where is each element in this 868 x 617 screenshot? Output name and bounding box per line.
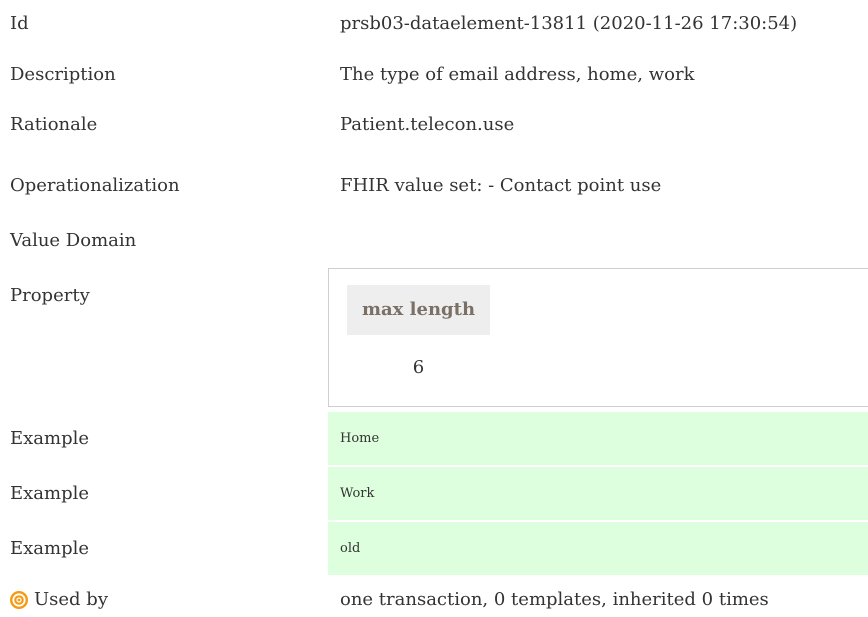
example-label: Example [10,538,90,559]
used-by-value: one transaction, 0 templates, inherited … [340,589,769,610]
description-label: Description [10,64,116,85]
id-row: Id prsb03-dataelement-13811 (2020-11-26 … [0,13,868,37]
operationalization-label: Operationalization [10,175,180,196]
rationale-row: Rationale Patient.telecon.use [0,114,868,138]
operationalization-value: FHIR value set: - Contact point use [340,175,662,196]
rationale-label: Rationale [10,114,98,135]
value-domain-label: Value Domain [10,230,137,251]
property-table: max length 6 [328,268,868,407]
max-length-header: max length [347,285,490,335]
example-value-cell: Home [328,412,868,465]
property-label: Property [10,285,90,306]
description-value: The type of email address, home, work [340,64,695,85]
id-value: prsb03-dataelement-13811 (2020-11-26 17:… [340,13,798,34]
target-icon [9,590,29,610]
id-label: Id [10,13,29,34]
example-label: Example [10,428,90,449]
example-value: Home [340,431,380,446]
operationalization-row: Operationalization FHIR value set: - Con… [0,175,868,199]
max-length-value: 6 [412,357,425,378]
example-label: Example [10,483,90,504]
example-value: old [340,541,361,556]
used-by-label: Used by [34,589,108,610]
example-row: Example old [0,522,868,575]
example-row: Example Home [0,412,868,465]
description-row: Description The type of email address, h… [0,64,868,88]
value-domain-row: Value Domain [0,230,868,254]
example-value-cell: Work [328,467,868,520]
rationale-value: Patient.telecon.use [340,114,515,135]
example-value: Work [340,486,375,501]
example-value-cell: old [328,522,868,575]
example-row: Example Work [0,467,868,520]
used-by-row: Used by one transaction, 0 templates, in… [0,587,868,613]
